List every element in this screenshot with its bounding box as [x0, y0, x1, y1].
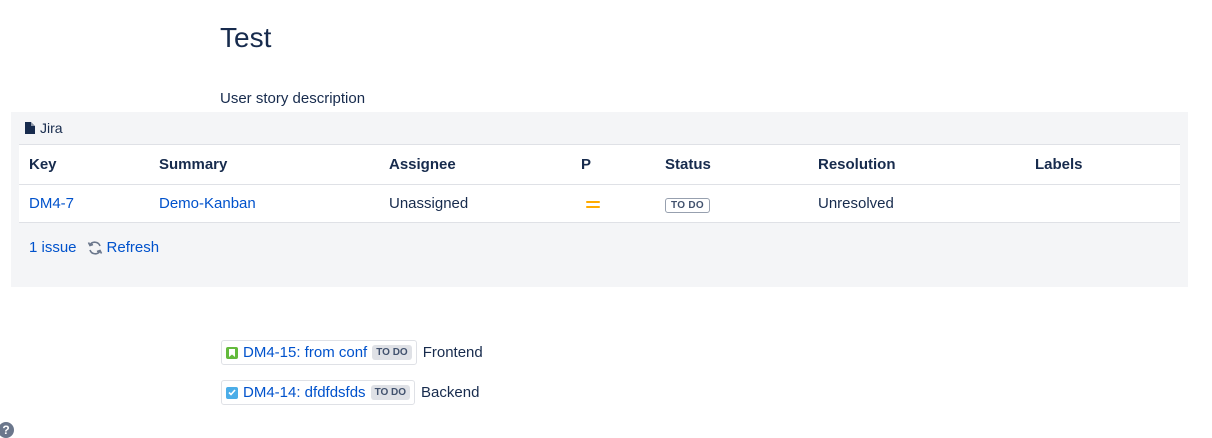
column-header-key[interactable]: Key	[19, 144, 149, 185]
issues-table: Key Summary Assignee P Status Resolution…	[19, 144, 1180, 223]
column-header-resolution[interactable]: Resolution	[808, 144, 1025, 185]
cell-resolution: Unresolved	[808, 184, 1025, 223]
inline-issue-trailing-text: Frontend	[422, 344, 483, 361]
table-header-row: Key Summary Assignee P Status Resolution…	[19, 144, 1180, 185]
jira-issues-macro: Jira Key Summary Assignee P Status Resol…	[11, 112, 1188, 287]
table-row: DM4-7 Demo-Kanban Unassigned TO DO Unres…	[19, 184, 1180, 223]
cell-labels	[1025, 184, 1180, 223]
issue-summary-link[interactable]: Demo-Kanban	[159, 195, 256, 212]
macro-header-label: Jira	[40, 120, 63, 136]
document-icon	[25, 122, 35, 134]
status-badge: TO DO	[665, 197, 710, 213]
inline-issue-link[interactable]: DM4-15: from conf	[243, 344, 367, 361]
cell-key: DM4-7	[19, 184, 149, 223]
refresh-button[interactable]: Refresh	[87, 239, 160, 256]
task-icon	[226, 386, 238, 399]
cell-assignee: Unassigned	[379, 184, 571, 223]
status-badge: TO DO	[370, 385, 411, 400]
macro-footer: 1 issue Refresh	[29, 239, 159, 256]
cell-priority	[571, 184, 655, 223]
inline-issue-chip[interactable]: DM4-14: dfdfdsfds TO DO	[221, 380, 416, 405]
page-description: User story description	[220, 90, 366, 107]
page-title: Test	[220, 22, 272, 53]
cell-summary: Demo-Kanban	[149, 184, 379, 223]
inline-issue-row: DM4-15: from conf TO DO Frontend	[221, 340, 483, 365]
priority-medium-icon	[586, 200, 600, 208]
column-header-summary[interactable]: Summary	[149, 144, 379, 185]
inline-issue-chip[interactable]: DM4-15: from conf TO DO	[221, 340, 417, 365]
column-header-status[interactable]: Status	[655, 144, 808, 185]
story-icon	[226, 346, 238, 359]
issue-key-link[interactable]: DM4-7	[29, 195, 74, 212]
help-icon[interactable]: ?	[0, 422, 14, 438]
column-header-priority[interactable]: P	[571, 144, 655, 185]
status-badge: TO DO	[372, 345, 412, 360]
refresh-label: Refresh	[106, 239, 160, 256]
refresh-icon	[87, 240, 102, 255]
inline-issue-row: DM4-14: dfdfdsfds TO DO Backend	[221, 380, 479, 405]
inline-issue-link[interactable]: DM4-14: dfdfdsfds	[243, 384, 366, 401]
macro-header: Jira	[25, 120, 63, 136]
cell-status: TO DO	[655, 184, 808, 223]
column-header-assignee[interactable]: Assignee	[379, 144, 571, 185]
column-header-labels[interactable]: Labels	[1025, 144, 1180, 185]
inline-issue-trailing-text: Backend	[421, 384, 480, 401]
issue-count-link[interactable]: 1 issue	[29, 239, 77, 256]
